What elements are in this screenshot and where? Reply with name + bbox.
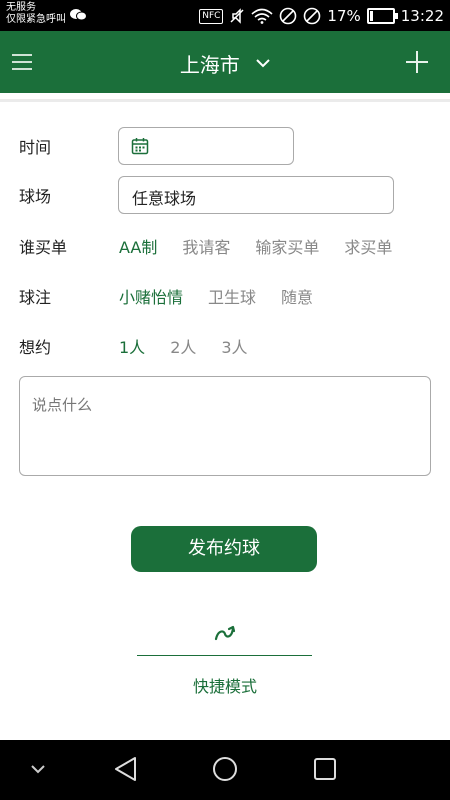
- home-icon[interactable]: [212, 755, 238, 783]
- battery-fill: [369, 11, 373, 21]
- city-selector[interactable]: 上海市: [0, 49, 450, 78]
- payer-option-my-treat[interactable]: 我请客: [182, 234, 230, 258]
- court-field[interactable]: 任意球场: [118, 176, 394, 214]
- comment-textarea[interactable]: 说点什么: [19, 376, 431, 476]
- stake-row: 球注 小赌怡情 卫生球 随意: [19, 277, 431, 315]
- people-row: 想约 1人 2人 3人: [19, 327, 431, 365]
- recent-apps-icon[interactable]: [312, 755, 338, 783]
- clock: 13:22: [400, 7, 444, 25]
- stake-option-small-bet[interactable]: 小赌怡情: [119, 284, 183, 308]
- status-icons: NFC 17% 13:22: [199, 5, 444, 27]
- stake-label: 球注: [19, 288, 52, 307]
- people-option-3[interactable]: 3人: [221, 334, 247, 358]
- status-bar: 无服务 仅限紧急呼叫 NFC 17% 13:22: [0, 0, 450, 31]
- collapse-chevron-icon[interactable]: [30, 764, 46, 774]
- payer-option-request-treat[interactable]: 求买单: [344, 234, 392, 258]
- nfc-icon: NFC: [199, 8, 224, 24]
- people-option-2[interactable]: 2人: [170, 334, 196, 358]
- system-nav-bar: [0, 740, 450, 800]
- people-option-1[interactable]: 1人: [119, 334, 145, 358]
- back-icon[interactable]: [113, 755, 139, 783]
- app-header: 上海市: [0, 31, 450, 93]
- payer-option-loser-pays[interactable]: 输家买单: [255, 234, 319, 258]
- chevron-down-icon: [256, 59, 270, 68]
- payer-option-aa[interactable]: AA制: [119, 234, 157, 258]
- quick-mode-icon[interactable]: [213, 620, 237, 644]
- carrier-status: 无服务: [6, 2, 36, 13]
- city-name: 上海市: [179, 53, 240, 77]
- stake-option-friendly[interactable]: 卫生球: [208, 284, 256, 308]
- no-sim-icon: [280, 7, 297, 25]
- payer-options: AA制 我请客 输家买单 求买单: [119, 234, 392, 258]
- stake-option-casual[interactable]: 随意: [281, 284, 313, 308]
- quick-mode-button[interactable]: 快捷模式: [0, 673, 450, 697]
- people-label: 想约: [19, 338, 52, 357]
- wifi-icon: [251, 8, 273, 24]
- mute-icon: [230, 8, 244, 24]
- calendar-icon: [131, 138, 149, 155]
- carrier-info: 无服务 仅限紧急呼叫: [6, 2, 66, 26]
- wechat-icon: [70, 9, 87, 21]
- court-label: 球场: [19, 187, 52, 206]
- time-label: 时间: [19, 138, 52, 157]
- comment-placeholder: 说点什么: [32, 396, 93, 414]
- battery-icon: [366, 8, 398, 24]
- stake-options: 小赌怡情 卫生球 随意: [119, 284, 338, 308]
- plus-icon[interactable]: [406, 51, 428, 73]
- header-divider: [0, 99, 450, 102]
- court-value: 任意球场: [132, 189, 197, 208]
- emergency-calls-only: 仅限紧急呼叫: [6, 14, 66, 25]
- publish-button[interactable]: 发布约球: [131, 526, 317, 572]
- people-options: 1人 2人 3人: [119, 334, 273, 358]
- time-picker[interactable]: [118, 127, 294, 165]
- battery-percent: 17%: [327, 7, 361, 25]
- payer-label: 谁买单: [19, 238, 68, 257]
- quick-mode-divider: [137, 655, 312, 656]
- payer-row: 谁买单 AA制 我请客 输家买单 求买单: [19, 227, 431, 265]
- no-signal-icon: [304, 7, 321, 25]
